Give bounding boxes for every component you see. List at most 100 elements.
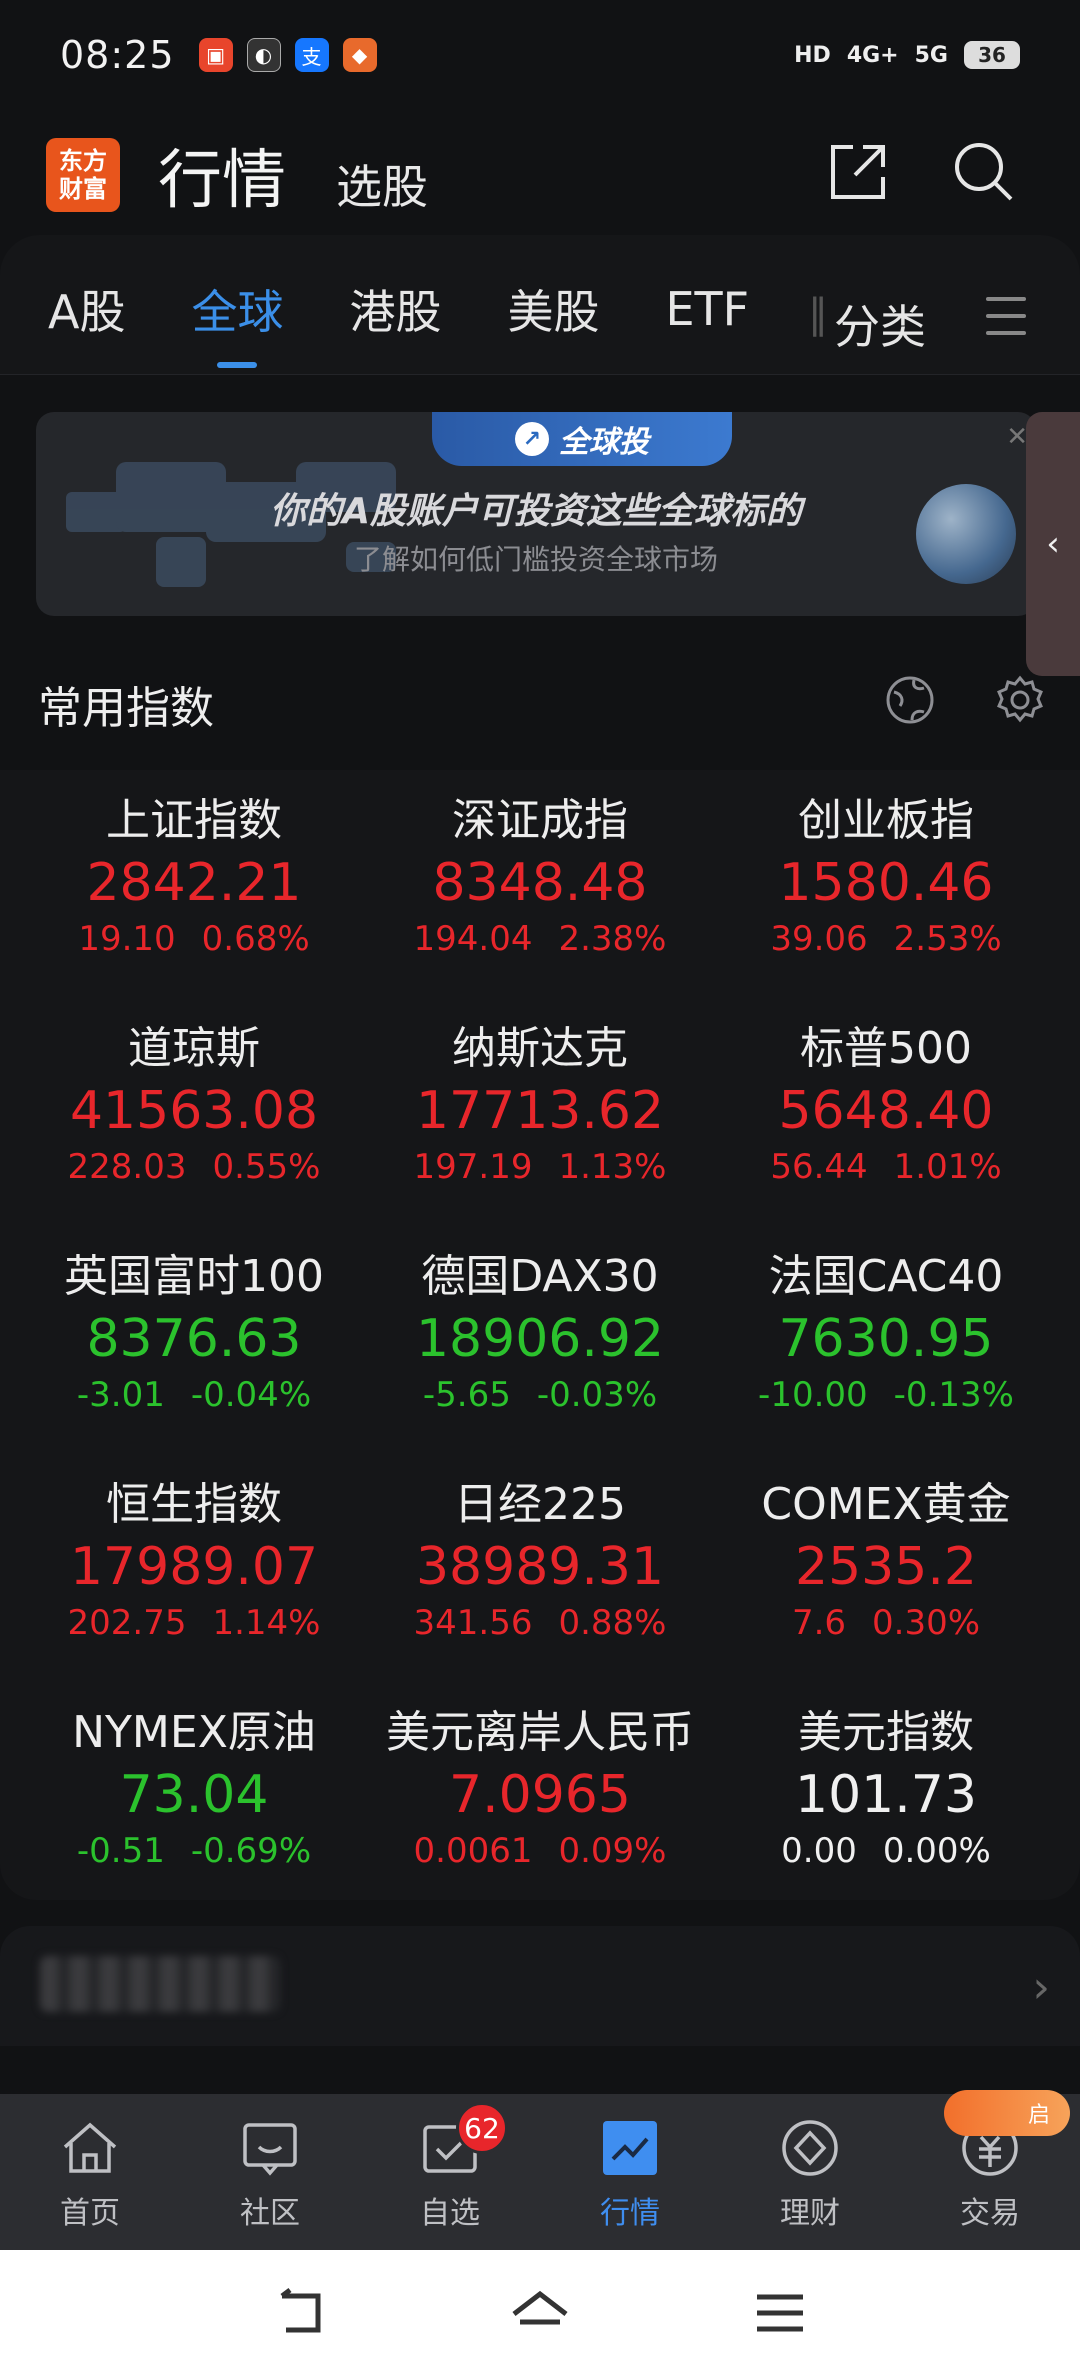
index-cell[interactable]: 法国CAC40 7630.95 -10.00 -0.13%	[714, 1248, 1058, 1418]
wealth-icon	[778, 2116, 842, 2180]
index-name: 英国富时100	[64, 1251, 324, 1302]
index-price: 8376.63	[86, 1309, 302, 1369]
blurred-content	[40, 1956, 280, 2012]
index-cell[interactable]: 德国DAX30 18906.92 -5.65 -0.03%	[368, 1248, 712, 1418]
nav-label: 行情	[600, 2196, 660, 2231]
index-change: 39.06	[770, 919, 868, 959]
banner-badge: ↗ 全球投	[432, 412, 732, 466]
tab-us-stocks[interactable]: 美股	[507, 268, 599, 342]
index-change-row: 56.44 1.01%	[714, 1144, 1058, 1190]
index-change-row: 197.19 1.13%	[368, 1144, 712, 1190]
network-5g-indicator: 5G	[914, 42, 948, 68]
index-change: -5.65	[422, 1375, 511, 1415]
index-name: 道琼斯	[128, 1023, 260, 1074]
index-cell[interactable]: COMEX黄金 2535.2 7.6 0.30%	[714, 1476, 1058, 1646]
index-change-pct: -0.03%	[536, 1375, 658, 1415]
promo-pill[interactable]: 启	[944, 2090, 1070, 2136]
index-name: 深证成指	[452, 795, 628, 846]
index-price: 7.0965	[449, 1765, 631, 1825]
status-indicators: HD 4G+ 5G 36	[794, 41, 1020, 69]
recents-menu-icon[interactable]	[745, 2283, 815, 2343]
back-icon[interactable]	[265, 2283, 335, 2343]
index-cell[interactable]: NYMEX原油 73.04 -0.51 -0.69%	[22, 1704, 366, 1874]
banner-badge-label: 全球投	[559, 425, 649, 460]
home-button-icon[interactable]	[505, 2283, 575, 2343]
index-name: 纳斯达克	[452, 1023, 628, 1074]
index-name: 法国CAC40	[768, 1251, 1004, 1302]
menu-icon[interactable]	[986, 297, 1026, 335]
share-icon[interactable]	[818, 132, 898, 212]
globe-switch-icon[interactable]	[884, 674, 936, 726]
index-cell[interactable]: 创业板指 1580.46 39.06 2.53%	[714, 792, 1058, 962]
index-change: 0.0061	[413, 1831, 533, 1871]
index-change-pct: 2.38%	[558, 919, 667, 959]
chevron-right-icon[interactable]: ›	[1032, 1962, 1050, 2013]
global-invest-banner[interactable]: ↗ 全球投 你的A股账户可投资这些全球标的 了解如何低门槛投资全球市场 ✕	[36, 412, 1036, 616]
index-cell[interactable]: 深证成指 8348.48 194.04 2.38%	[368, 792, 712, 962]
page-title: 行情	[158, 144, 286, 218]
tab-category[interactable]: 分类	[834, 291, 926, 357]
index-price: 38989.31	[415, 1537, 665, 1597]
index-price: 41563.08	[69, 1081, 319, 1141]
nav-watchlist[interactable]: 62 自选	[360, 2094, 540, 2250]
index-cell[interactable]: 纳斯达克 17713.62 197.19 1.13%	[368, 1020, 712, 1190]
market-tabs: A股 全球 港股 美股 ETF ‖ 分类	[0, 235, 1080, 375]
tab-global[interactable]: 全球	[191, 268, 283, 342]
index-change-row: 0.0061 0.09%	[368, 1828, 712, 1874]
index-cell[interactable]: 上证指数 2842.21 19.10 0.68%	[22, 792, 366, 962]
index-name: 德国DAX30	[421, 1251, 659, 1302]
side-drawer-handle[interactable]: ‹	[1026, 412, 1080, 676]
index-price: 5648.40	[778, 1081, 994, 1141]
index-cell[interactable]: 标普500 5648.40 56.44 1.01%	[714, 1020, 1058, 1190]
index-change-row: 341.56 0.88%	[368, 1600, 712, 1646]
index-change-row: 19.10 0.68%	[22, 916, 366, 962]
index-cell[interactable]: 英国富时100 8376.63 -3.01 -0.04%	[22, 1248, 366, 1418]
index-cell[interactable]: 恒生指数 17989.07 202.75 1.14%	[22, 1476, 366, 1646]
nav-community[interactable]: 社区	[180, 2094, 360, 2250]
tab-etf[interactable]: ETF	[665, 274, 749, 336]
system-nav-bar	[0, 2250, 1080, 2376]
app-notification-icon: ◆	[342, 38, 377, 72]
index-change-pct: 1.01%	[893, 1147, 1002, 1187]
index-price: 17989.07	[69, 1537, 319, 1597]
index-name: 日经225	[454, 1479, 626, 1530]
banner-headline: 你的A股账户可投资这些全球标的	[270, 491, 802, 532]
status-bar: 08:25 ▣ ◐ 支 ◆ HD 4G+ 5G 36	[0, 0, 1080, 110]
index-change: -3.01	[76, 1375, 165, 1415]
index-name: 创业板指	[798, 795, 974, 846]
index-name: NYMEX原油	[72, 1707, 316, 1758]
news-strip[interactable]: ›	[0, 1926, 1080, 2046]
status-time: 08:25	[60, 33, 175, 77]
nav-home[interactable]: 首页	[0, 2094, 180, 2250]
index-change: 7.6	[791, 1603, 847, 1643]
nav-market[interactable]: 行情	[540, 2094, 720, 2250]
index-cell[interactable]: 道琼斯 41563.08 228.03 0.55%	[22, 1020, 366, 1190]
index-change-pct: 0.55%	[212, 1147, 321, 1187]
network-4g-indicator: 4G+	[846, 42, 899, 68]
tab-hk-stocks[interactable]: 港股	[349, 268, 441, 342]
index-cell[interactable]: 美元指数 101.73 0.00 0.00%	[714, 1704, 1058, 1874]
index-change: -10.00	[758, 1375, 868, 1415]
close-icon[interactable]: ✕	[1006, 422, 1028, 452]
battery-indicator: 36	[964, 41, 1020, 69]
index-price: 101.73	[795, 1765, 977, 1825]
index-cell[interactable]: 美元离岸人民币 7.0965 0.0061 0.09%	[368, 1704, 712, 1874]
stock-picker-link[interactable]: 选股	[336, 151, 428, 217]
index-name: 美元指数	[798, 1707, 974, 1758]
search-icon[interactable]	[944, 132, 1024, 212]
settings-gear-icon[interactable]	[994, 674, 1046, 726]
nav-wealth[interactable]: 理财	[720, 2094, 900, 2250]
index-price: 8348.48	[432, 853, 648, 913]
index-change-row: -3.01 -0.04%	[22, 1372, 366, 1418]
index-change-pct: 2.53%	[893, 919, 1002, 959]
index-change: -0.51	[76, 1831, 165, 1871]
home-icon	[58, 2116, 122, 2180]
bottom-nav: 首页 社区 62 自选 行情 理财 交易	[0, 2094, 1080, 2250]
index-price: 18906.92	[415, 1309, 665, 1369]
index-change: 197.19	[413, 1147, 533, 1187]
tab-a-shares[interactable]: A股	[48, 268, 125, 342]
chevron-left-icon: ‹	[1046, 524, 1060, 564]
index-cell[interactable]: 日经225 38989.31 341.56 0.88%	[368, 1476, 712, 1646]
index-change: 228.03	[67, 1147, 187, 1187]
index-change-row: 39.06 2.53%	[714, 916, 1058, 962]
